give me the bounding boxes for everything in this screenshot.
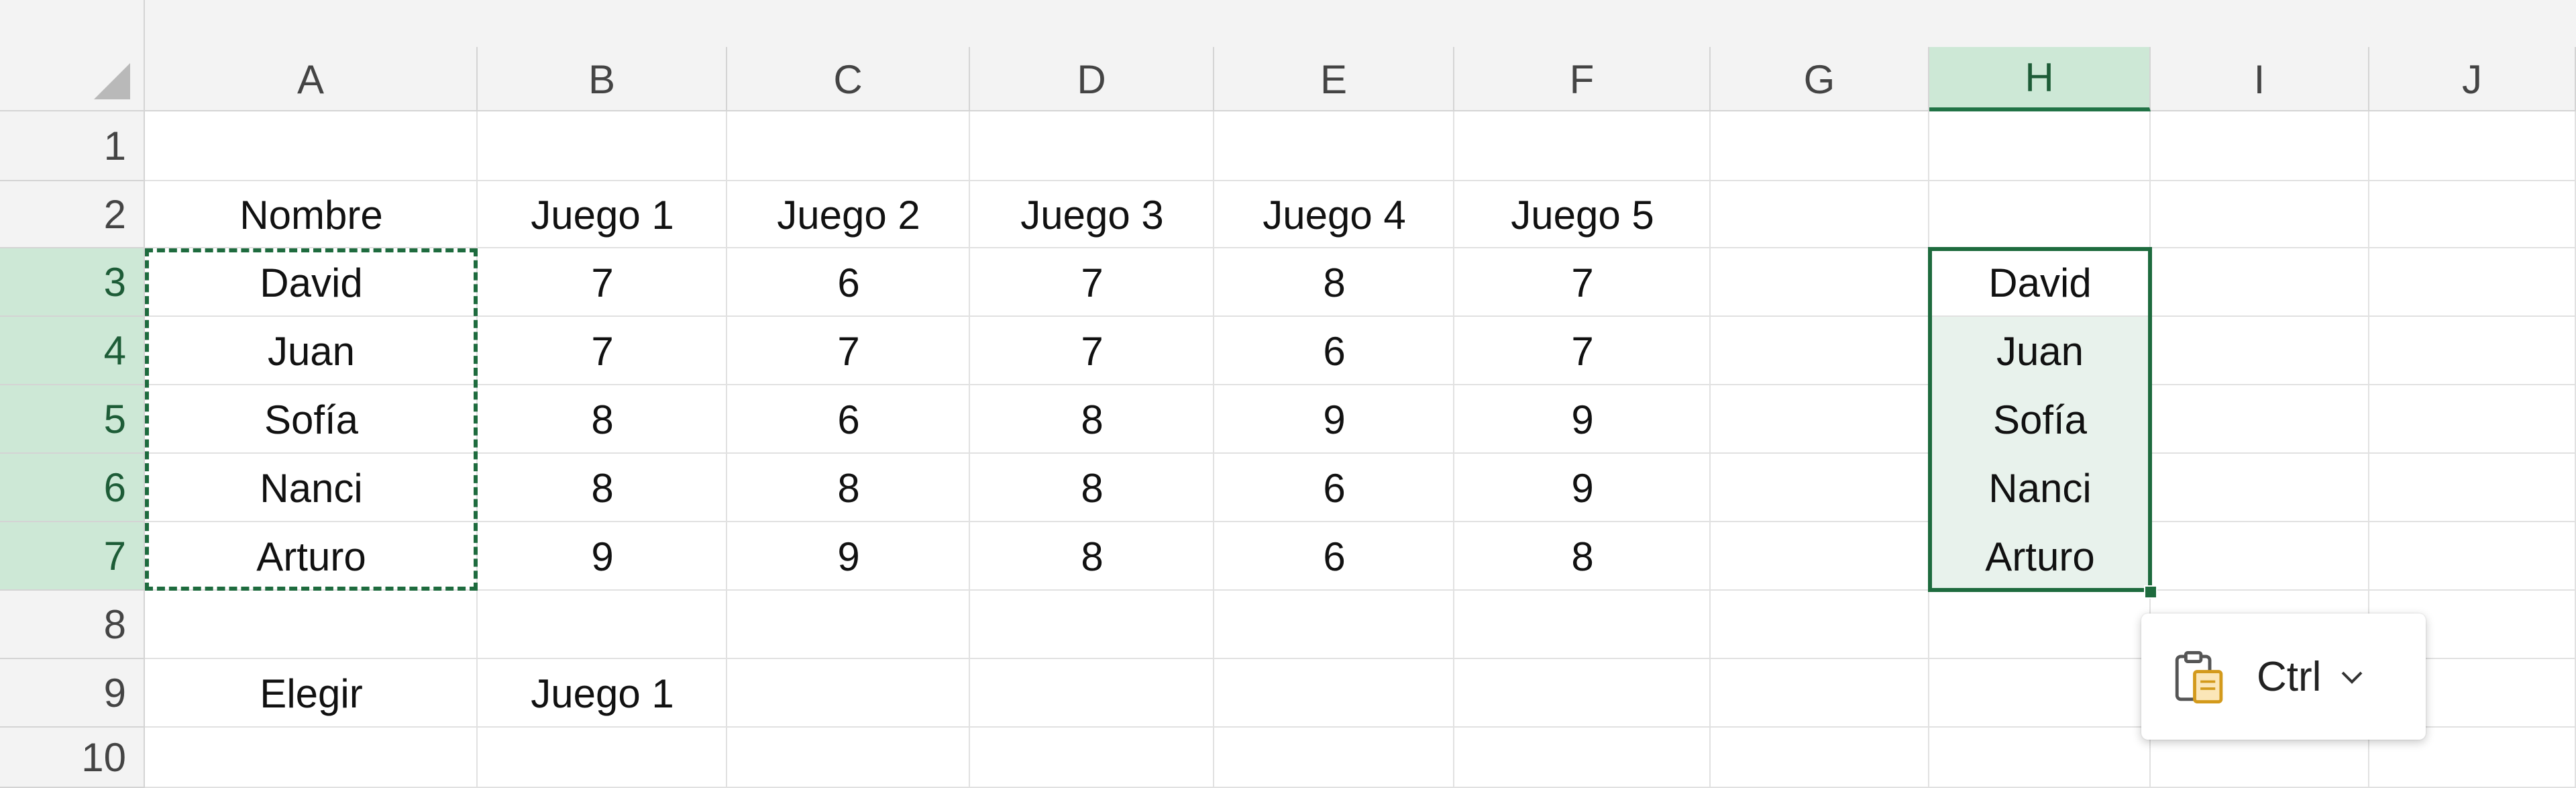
cell-b6[interactable]: 8 <box>478 454 727 522</box>
cell-e3[interactable]: 8 <box>1214 248 1454 317</box>
cell-d6[interactable]: 8 <box>970 454 1214 522</box>
column-header-h[interactable]: H <box>1929 47 2151 111</box>
clipboard-icon <box>2175 650 2223 703</box>
cell-b2[interactable]: Juego 1 <box>478 181 727 248</box>
cell-d5[interactable]: 8 <box>970 385 1214 454</box>
row-header-3[interactable]: 3 <box>0 248 145 317</box>
cell-e7[interactable]: 6 <box>1214 522 1454 591</box>
cell-f6[interactable]: 9 <box>1454 454 1711 522</box>
cell-f7[interactable]: 8 <box>1454 522 1711 591</box>
column-header-b[interactable]: B <box>478 47 727 111</box>
row-header-9[interactable]: 9 <box>0 659 145 728</box>
cell-a9[interactable]: Elegir <box>145 659 478 728</box>
column-header-g[interactable]: G <box>1711 47 1929 111</box>
spreadsheet-grid[interactable]: ABCDEFGHIJ 1 2 3 4 5 6 7 8 9 10 Nombre Juego 1 Jueg… <box>0 0 2576 788</box>
cell-f3[interactable]: 7 <box>1454 248 1711 317</box>
fill-handle[interactable] <box>2144 585 2157 599</box>
cell-c5[interactable]: 6 <box>727 385 970 454</box>
column-header-j[interactable]: J <box>2369 47 2576 111</box>
row-header-8[interactable]: 8 <box>0 591 145 659</box>
cell-b4[interactable]: 7 <box>478 317 727 385</box>
cell-c7[interactable]: 9 <box>727 522 970 591</box>
row-header-1[interactable]: 1 <box>0 111 145 181</box>
cell-e4[interactable]: 6 <box>1214 317 1454 385</box>
row-header-6[interactable]: 6 <box>0 454 145 522</box>
copy-marquee <box>145 248 478 591</box>
chevron-down-icon <box>2342 671 2363 684</box>
cell-d4[interactable]: 7 <box>970 317 1214 385</box>
cell-f2[interactable]: Juego 5 <box>1454 181 1711 248</box>
cell-d3[interactable]: 7 <box>970 248 1214 317</box>
cell-b7[interactable]: 9 <box>478 522 727 591</box>
column-header-c[interactable]: C <box>727 47 970 111</box>
cell-c4[interactable]: 7 <box>727 317 970 385</box>
paste-options-label: Ctrl <box>2257 653 2322 700</box>
selection-border <box>1928 247 2152 592</box>
column-header-d[interactable]: D <box>970 47 1214 111</box>
row-header-5[interactable]: 5 <box>0 385 145 454</box>
cell-f4[interactable]: 7 <box>1454 317 1711 385</box>
cell-c6[interactable]: 8 <box>727 454 970 522</box>
column-header-f[interactable]: F <box>1454 47 1711 111</box>
cell-e5[interactable]: 9 <box>1214 385 1454 454</box>
column-header-i[interactable]: I <box>2151 47 2369 111</box>
cell-d2[interactable]: Juego 3 <box>970 181 1214 248</box>
row-header-4[interactable]: 4 <box>0 317 145 385</box>
column-header-a[interactable]: A <box>145 47 478 111</box>
row-header-10[interactable]: 10 <box>0 728 145 788</box>
cell-b5[interactable]: 8 <box>478 385 727 454</box>
select-all-button[interactable] <box>0 0 145 111</box>
cell-e6[interactable]: 6 <box>1214 454 1454 522</box>
column-header-e[interactable]: E <box>1214 47 1454 111</box>
cell-c2[interactable]: Juego 2 <box>727 181 970 248</box>
row-header-7[interactable]: 7 <box>0 522 145 591</box>
select-all-triangle-icon <box>94 63 130 99</box>
paste-options-button[interactable]: Ctrl <box>2141 613 2426 740</box>
cell-d7[interactable]: 8 <box>970 522 1214 591</box>
cell-b3[interactable]: 7 <box>478 248 727 317</box>
cell-c3[interactable]: 6 <box>727 248 970 317</box>
row-header-2[interactable]: 2 <box>0 181 145 248</box>
cell-a2[interactable]: Nombre <box>145 181 478 248</box>
cell-f5[interactable]: 9 <box>1454 385 1711 454</box>
cell-e2[interactable]: Juego 4 <box>1214 181 1454 248</box>
cell-b9[interactable]: Juego 1 <box>478 659 727 728</box>
